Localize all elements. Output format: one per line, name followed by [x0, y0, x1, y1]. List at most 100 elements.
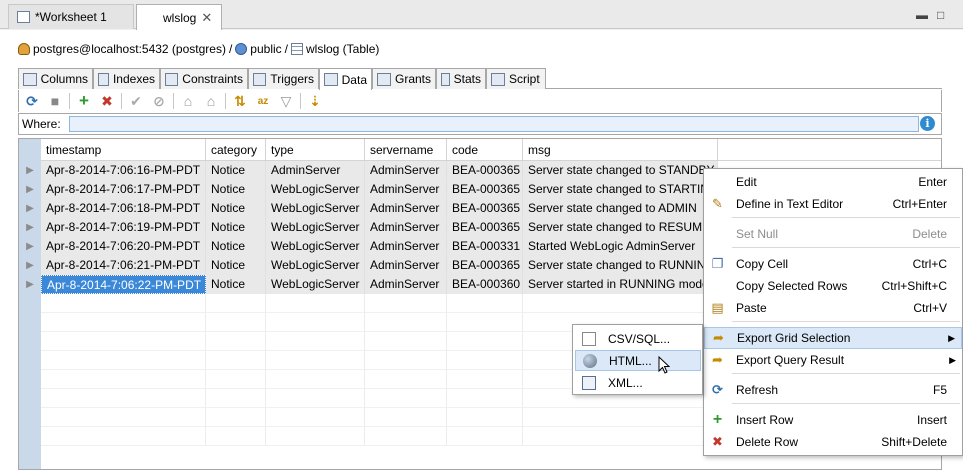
cell-type[interactable]: WebLogicServer — [266, 237, 365, 256]
cell-code[interactable]: BEA-000365 — [447, 180, 523, 199]
cell-msg[interactable]: Server state changed to STARTING — [523, 180, 718, 199]
cell-msg[interactable]: Server started in RUNNING mode — [523, 275, 718, 294]
cell-msg[interactable]: Server state changed to STANDBY — [523, 161, 718, 180]
tab-constraints[interactable]: Constraints — [160, 68, 248, 89]
cell-category[interactable]: Notice — [206, 199, 266, 218]
menu-item-define-in-text-editor[interactable]: ✎ Define in Text Editor Ctrl+Enter — [704, 193, 962, 215]
cell-type[interactable]: WebLogicServer — [266, 256, 365, 275]
cell-timestamp[interactable]: Apr-8-2014-7:06:19-PM-PDT — [41, 218, 206, 237]
cell-msg[interactable]: Server state changed to ADMIN — [523, 199, 718, 218]
row-arrow-icon[interactable]: ▶ — [19, 161, 41, 180]
cell-timestamp[interactable]: Apr-8-2014-7:06:20-PM-PDT — [41, 237, 206, 256]
cell-code[interactable]: BEA-000365 — [447, 199, 523, 218]
cell-msg[interactable]: Server state changed to RUNNING — [523, 256, 718, 275]
menu-item-paste[interactable]: ▤ Paste Ctrl+V — [704, 297, 962, 319]
cell-category[interactable]: Notice — [206, 256, 266, 275]
menu-item-copy-cell[interactable]: ❐ Copy Cell Ctrl+C — [704, 253, 962, 275]
cell-category[interactable]: Notice — [206, 218, 266, 237]
cell-code[interactable]: BEA-000331 — [447, 237, 523, 256]
cell-servername[interactable]: AdminServer — [365, 237, 447, 256]
cell-timestamp[interactable]: Apr-8-2014-7:06:18-PM-PDT — [41, 199, 206, 218]
tab-indexes[interactable]: Indexes — [93, 68, 160, 89]
column-header-type[interactable]: type — [266, 139, 365, 161]
cell-servername[interactable]: AdminServer — [365, 218, 447, 237]
row-arrow-icon[interactable]: ▶ — [19, 218, 41, 237]
maximize-icon[interactable]: □ — [937, 8, 944, 22]
sort-icon[interactable]: ⇅ — [231, 92, 249, 110]
cell-category[interactable]: Notice — [206, 161, 266, 180]
menu-item-edit[interactable]: Edit Enter — [704, 171, 962, 193]
breadcrumb-schema[interactable]: public — [250, 42, 281, 56]
tab-worksheet-1[interactable]: *Worksheet 1 — [8, 4, 134, 29]
submenu-item-csv-sql[interactable]: CSV/SQL... — [575, 328, 701, 349]
cell-servername[interactable]: AdminServer — [365, 275, 447, 294]
row-arrow-icon[interactable]: ▶ — [19, 237, 41, 256]
menu-item-insert-row[interactable]: + Insert Row Insert — [704, 409, 962, 431]
breadcrumb-connection[interactable]: postgres@localhost:5432 (postgres) — [33, 42, 226, 56]
cell-servername[interactable]: AdminServer — [365, 199, 447, 218]
rollback-icon[interactable]: ⊘ — [150, 92, 168, 110]
menu-item-refresh[interactable]: ⟳ Refresh F5 — [704, 379, 962, 401]
refresh-icon[interactable]: ⟳ — [23, 92, 41, 110]
tab-data[interactable]: Data — [319, 68, 372, 90]
sort-az-icon[interactable]: az — [254, 92, 272, 110]
column-header-category[interactable]: category — [206, 139, 266, 161]
row-arrow-icon[interactable]: ▶ — [19, 275, 41, 294]
lock-icon[interactable]: ⌂ — [179, 92, 197, 110]
tab-stats[interactable]: Stats — [436, 68, 486, 89]
cell-category[interactable]: Notice — [206, 275, 266, 294]
delete-row-icon[interactable]: ✖ — [98, 92, 116, 110]
sort-descending-icon[interactable]: ⇣ — [306, 92, 324, 110]
breadcrumb-table[interactable]: wlslog (Table) — [306, 42, 379, 56]
menu-item-export-query-result[interactable]: ➦ Export Query Result ▶ — [704, 349, 962, 371]
info-icon[interactable]: i — [920, 116, 935, 131]
cell-timestamp[interactable]: Apr-8-2014-7:06:16-PM-PDT — [41, 161, 206, 180]
menu-item-delete-row[interactable]: ✖ Delete Row Shift+Delete — [704, 431, 962, 453]
cell-timestamp-selected[interactable]: Apr-8-2014-7:06:22-PM-PDT — [41, 275, 206, 294]
tab-wlslog[interactable]: wlslog ✕ — [136, 4, 222, 132]
cell-code[interactable]: BEA-000365 — [447, 256, 523, 275]
row-arrow-icon[interactable]: ▶ — [19, 256, 41, 275]
cell-msg[interactable]: Started WebLogic AdminServer — [523, 237, 718, 256]
cell-timestamp[interactable]: Apr-8-2014-7:06:21-PM-PDT — [41, 256, 206, 275]
row-arrow-icon[interactable]: ▶ — [19, 180, 41, 199]
menu-item-copy-selected-rows[interactable]: Copy Selected Rows Ctrl+Shift+C — [704, 275, 962, 297]
menu-item-export-grid-selection[interactable]: ➦ Export Grid Selection ▶ — [704, 327, 962, 349]
tab-triggers[interactable]: Triggers — [248, 68, 319, 89]
unlock-icon[interactable]: ⌂ — [202, 92, 220, 110]
cell-type[interactable]: WebLogicServer — [266, 199, 365, 218]
minimize-icon[interactable]: ▬ — [916, 8, 928, 22]
where-input[interactable] — [69, 116, 919, 132]
tab-grants[interactable]: Grants — [372, 68, 436, 89]
tab-script[interactable]: Script — [486, 68, 546, 89]
cell-servername[interactable]: AdminServer — [365, 161, 447, 180]
cell-type[interactable]: WebLogicServer — [266, 218, 365, 237]
cell-category[interactable]: Notice — [206, 237, 266, 256]
submenu-item-xml[interactable]: XML... — [575, 372, 701, 393]
cell-code[interactable]: BEA-000360 — [447, 275, 523, 294]
cell-msg[interactable]: Server state changed to RESUMING — [523, 218, 718, 237]
insert-row-icon[interactable]: + — [75, 91, 93, 110]
cell-servername[interactable]: AdminServer — [365, 256, 447, 275]
submenu-item-html[interactable]: HTML... — [575, 350, 701, 371]
column-header-timestamp[interactable]: timestamp — [41, 139, 206, 161]
menu-item-set-null[interactable]: Set Null Delete — [704, 223, 962, 245]
paste-icon: ▤ — [711, 300, 724, 315]
filter-icon[interactable]: ▽ — [277, 92, 295, 110]
cell-timestamp[interactable]: Apr-8-2014-7:06:17-PM-PDT — [41, 180, 206, 199]
column-header-msg[interactable]: msg — [523, 139, 718, 161]
column-header-code[interactable]: code — [447, 139, 523, 161]
column-header-servername[interactable]: servername — [365, 139, 447, 161]
cell-servername[interactable]: AdminServer — [365, 180, 447, 199]
row-arrow-icon[interactable]: ▶ — [19, 199, 41, 218]
stop-icon[interactable]: ■ — [46, 92, 64, 110]
commit-icon[interactable]: ✔ — [127, 92, 145, 110]
cell-type[interactable]: WebLogicServer — [266, 180, 365, 199]
cell-type[interactable]: AdminServer — [266, 161, 365, 180]
cell-code[interactable]: BEA-000365 — [447, 218, 523, 237]
cell-type[interactable]: WebLogicServer — [266, 275, 365, 294]
close-icon[interactable]: ✕ — [201, 10, 212, 26]
tab-columns[interactable]: Columns — [18, 68, 93, 89]
cell-category[interactable]: Notice — [206, 180, 266, 199]
cell-code[interactable]: BEA-000365 — [447, 161, 523, 180]
